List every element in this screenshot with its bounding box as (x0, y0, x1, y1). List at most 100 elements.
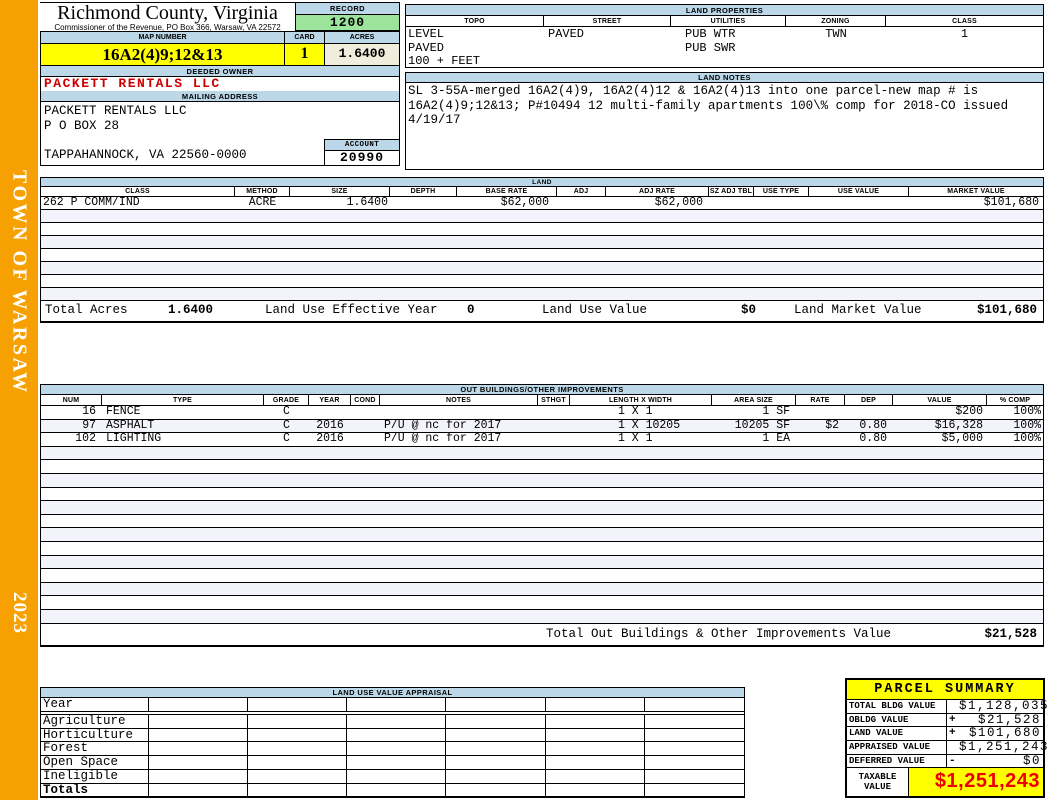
out-buildings-title: OUT BUILDINGS/OTHER IMPROVEMENTS (41, 385, 1043, 395)
column-header: YEAR (309, 395, 351, 405)
cell (446, 769, 546, 783)
land-table: LAND CLASS METHOD SIZE DEPTH BASE RATE ADJ ADJ… (40, 177, 1044, 323)
cell: PUB SWR (685, 40, 736, 55)
row-label: Totals (41, 783, 149, 798)
account-value: 20990 (339, 150, 384, 165)
summary-operator (947, 700, 959, 713)
note-line: 4/19/17 (408, 113, 461, 127)
effective-year-label: Land Use Effective Year (265, 303, 438, 317)
column-header: NOTES (380, 395, 538, 405)
cell (248, 769, 348, 783)
cell (645, 756, 744, 769)
column-header: RATE (796, 395, 845, 405)
cell (347, 714, 447, 728)
cell (546, 698, 645, 711)
column-header: BASE RATE (457, 187, 557, 196)
row-label: Open Space (41, 756, 149, 769)
cell (347, 756, 447, 769)
cell: PAVED (548, 27, 585, 41)
cell (347, 783, 447, 798)
summary-operator: + (949, 727, 956, 740)
record-label: RECORD (296, 3, 399, 15)
land-empty-row (41, 275, 1043, 288)
cell: 0.80 (859, 419, 887, 432)
land-totals-row: Total Acres 1.6400 Land Use Effective Ye… (41, 301, 1043, 321)
cell (149, 769, 249, 783)
column-header: STHGT (538, 395, 570, 405)
column-header: ADJ (557, 187, 606, 196)
land-empty-row (41, 249, 1043, 262)
taxable-value: $1,251,243 (909, 768, 1043, 797)
cell (351, 433, 380, 446)
row-label: Ineligible (41, 769, 149, 783)
out-buildings-header-row: NUM TYPE GRADE YEAR COND NOTES STHGT LENGTH X W… (41, 395, 1043, 406)
land-notes-title: LAND NOTES (406, 73, 1043, 83)
cell (149, 756, 249, 769)
land-use-value: $0 (741, 303, 757, 317)
cell (347, 769, 447, 783)
summary-value: $21,528 (977, 712, 1041, 727)
cell (796, 433, 845, 446)
cell (248, 698, 348, 711)
map-number-table: MAP NUMBER CARD ACRES 16A2(4)9;12&13 1 1… (40, 31, 400, 66)
cell: FENCE (106, 406, 141, 418)
cell: $5,000 (941, 433, 983, 446)
cell (347, 742, 447, 756)
cell: 262 P COMM/IND (43, 197, 140, 209)
card-value: 1 (285, 44, 325, 65)
cell: $2 (825, 419, 839, 432)
cell: 1 X 1 (618, 433, 653, 446)
summary-label: LAND VALUE (847, 727, 947, 741)
cell: 16 (82, 406, 96, 418)
acres-label: ACRES (325, 32, 399, 44)
column-header: METHOD (235, 187, 290, 196)
row-label: Year (41, 698, 149, 711)
mailing-address-box: PACKETT RENTALS LLC P O BOX 28 TAPPAHANNOC… (40, 102, 400, 166)
cell: ASPHALT (106, 419, 155, 432)
out-buildings-total-label: Total Out Buildings & Other Improvements… (546, 626, 892, 641)
cell (557, 197, 606, 209)
appraisal-row: Horticulture (41, 728, 744, 743)
cell: 10205 SF (734, 419, 790, 432)
map-number-label: MAP NUMBER (41, 32, 285, 44)
summary-value: $1,128,035 (959, 699, 1050, 713)
effective-year-value: 0 (467, 303, 475, 317)
cell (544, 41, 671, 55)
summary-row: APPRAISED VALUE $1,251,243 (847, 741, 1048, 755)
out-building-empty-row (41, 569, 1043, 583)
county-header: Richmond County, Virginia Commissioner o… (40, 2, 295, 32)
cell (809, 197, 909, 209)
address-line: P O BOX 28 (44, 118, 120, 133)
record-box: RECORD 1200 (295, 2, 400, 31)
out-buildings-total-value: $21,528 (984, 626, 1037, 641)
summary-row: OBLDG VALUE + $21,528 (847, 712, 1043, 728)
record-value: 1200 (296, 15, 399, 30)
address-line: PACKETT RENTALS LLC (44, 104, 187, 118)
land-use-appraisal-title: LAND USE VALUE APPRAISAL (41, 688, 744, 698)
cell (446, 756, 546, 769)
column-header: VALUE (893, 395, 987, 405)
out-building-empty-row (41, 596, 1043, 610)
summary-label: APPRAISED VALUE (847, 741, 947, 755)
cell (149, 698, 249, 711)
out-building-row: 16 FENCE C 1 X 1 1 SF $200 100% (41, 406, 1043, 420)
summary-operator: + (949, 713, 956, 726)
cell: 1.6400 (346, 197, 388, 209)
cell (886, 41, 1043, 55)
appraisal-row: Forest (41, 742, 744, 757)
cell: 1 (960, 27, 969, 41)
cell (446, 698, 546, 711)
cell (446, 742, 546, 756)
cell (538, 406, 570, 419)
row-label: Forest (41, 742, 149, 756)
parcel-summary: PARCEL SUMMARY TOTAL BLDG VALUE $1,128,03… (845, 678, 1048, 798)
column-header: % COMP (999, 396, 1031, 404)
out-building-empty-row (41, 515, 1043, 529)
cell (347, 728, 447, 742)
cell (248, 783, 348, 798)
summary-value: $0 (1022, 753, 1041, 768)
cell: 1 SF (762, 406, 790, 418)
cell: C (283, 433, 290, 446)
land-properties-data: LEVEL PAVED PUB WTR TWN 1 PAVED PUB SWR 100 + F… (406, 27, 1043, 68)
cell: PUB WTR (685, 27, 736, 41)
